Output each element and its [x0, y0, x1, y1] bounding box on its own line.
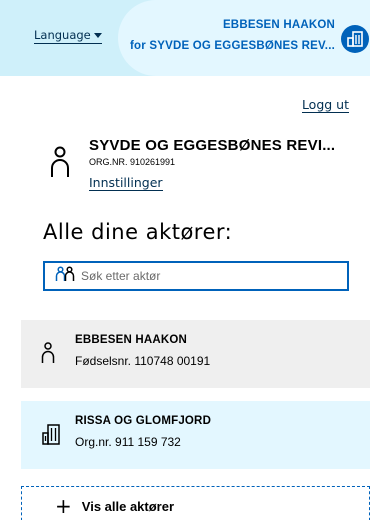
- actor-name: EBBESEN HAAKON: [75, 334, 188, 346]
- caret-down-icon: [93, 33, 102, 38]
- person-icon: [41, 342, 55, 368]
- header-bar: Language EBBESEN HAAKON for SYVDE OG EGG…: [0, 0, 370, 76]
- plus-icon: +: [55, 494, 72, 518]
- show-all-label: Vis alle aktører: [81, 498, 175, 514]
- language-button[interactable]: Language: [34, 28, 102, 44]
- actor-card-org[interactable]: RISSA OG GLOMFJORD Org.nr. 911 159 732: [21, 401, 370, 469]
- search-field[interactable]: [43, 261, 349, 291]
- building-icon[interactable]: [341, 25, 369, 53]
- profile-org: for SYVDE OG EGGESBØNES REV...: [130, 40, 335, 52]
- selected-actor-name: SYVDE OG EGGESBØNES REVI...: [89, 137, 336, 154]
- actor-id: Org.nr. 911 159 732: [75, 435, 181, 449]
- building-icon: [41, 423, 61, 449]
- actor-id: Fødselsnr. 110748 00191: [75, 354, 211, 368]
- actor-name: RISSA OG GLOMFJORD: [75, 415, 212, 427]
- page-title: Alle dine aktører:: [43, 220, 233, 244]
- language-label: Language: [34, 28, 91, 42]
- show-all-actors-button[interactable]: + Vis alle aktører: [21, 486, 370, 520]
- actor-card-person[interactable]: EBBESEN HAAKON Fødselsnr. 110748 00191: [21, 320, 370, 388]
- people-icon: [55, 266, 75, 286]
- profile-area[interactable]: [118, 0, 370, 76]
- profile-name: EBBESEN HAAKON: [222, 19, 335, 31]
- settings-link[interactable]: Innstillinger: [89, 175, 163, 191]
- logout-link[interactable]: Logg ut: [301, 97, 349, 113]
- search-input[interactable]: [81, 269, 321, 283]
- person-icon: [50, 146, 70, 182]
- selected-actor-org-number: ORG.NR. 910261991: [89, 157, 176, 167]
